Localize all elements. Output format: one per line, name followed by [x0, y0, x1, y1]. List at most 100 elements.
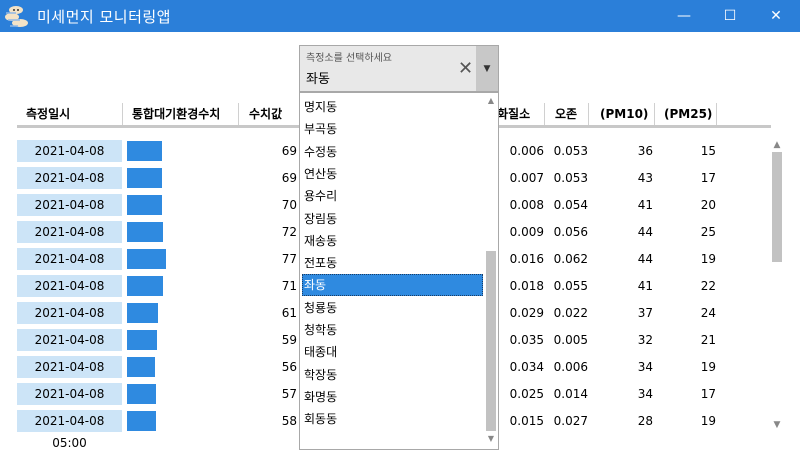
date-cell[interactable]: 2021-04-08 05:00 — [17, 410, 122, 450]
date-cell[interactable]: 2021-04-08 12:00 — [17, 221, 122, 261]
pm25-cell: 25 — [700, 225, 716, 239]
column-divider[interactable] — [122, 103, 123, 125]
pm25-cell: 24 — [700, 306, 716, 320]
column-header-value[interactable]: 수치값 — [249, 103, 282, 125]
dropdown-option[interactable]: 장림동 — [302, 208, 483, 230]
o3-cell: 0.054 — [553, 198, 588, 212]
khai-bar — [127, 384, 156, 404]
khai-value-cell: 59 — [281, 333, 297, 347]
date-cell[interactable]: 2021-04-08 14:00 — [17, 167, 122, 207]
khai-value-cell: 70 — [281, 198, 297, 212]
dropdown-option[interactable]: 청룡동 — [302, 297, 483, 319]
o3-cell: 0.006 — [553, 360, 588, 374]
column-header-date[interactable]: 측정일시 — [26, 103, 70, 125]
o3-cell: 0.053 — [553, 171, 588, 185]
pm10-cell: 43 — [637, 171, 653, 185]
no2-cell: 0.029 — [509, 306, 544, 320]
dropdown-option[interactable]: 청학동 — [302, 319, 483, 341]
khai-bar — [127, 168, 162, 188]
pm25-cell: 19 — [700, 360, 716, 374]
column-divider[interactable] — [588, 103, 589, 125]
dropdown-option[interactable]: 좌동 — [302, 274, 483, 296]
clear-icon[interactable]: ✕ — [458, 58, 473, 79]
khai-bar — [127, 249, 166, 269]
column-header-khai[interactable]: 통합대기환경수치 — [132, 103, 220, 125]
column-divider[interactable] — [716, 103, 717, 125]
column-header-pm25[interactable]: (PM25) — [664, 103, 712, 125]
maximize-button[interactable]: ☐ — [707, 0, 753, 32]
no2-cell: 0.034 — [509, 360, 544, 374]
o3-cell: 0.055 — [553, 279, 588, 293]
app-cloud-icon — [5, 6, 28, 27]
column-header-pm10[interactable]: (PM10) — [600, 103, 648, 125]
khai-value-cell: 56 — [281, 360, 297, 374]
pm25-cell: 19 — [700, 252, 716, 266]
column-header-o3[interactable]: 오존 — [555, 103, 577, 125]
pm10-cell: 37 — [637, 306, 653, 320]
khai-value-cell: 69 — [281, 144, 297, 158]
column-header-no2[interactable]: 화질소 — [497, 103, 530, 125]
dropdown-option[interactable]: 재송동 — [302, 230, 483, 252]
no2-cell: 0.035 — [509, 333, 544, 347]
khai-value-cell: 69 — [281, 171, 297, 185]
column-divider[interactable] — [238, 103, 239, 125]
khai-value-cell: 72 — [281, 225, 297, 239]
dropdown-option[interactable]: 전포동 — [302, 252, 483, 274]
combobox-value[interactable]: 좌동 — [306, 68, 330, 87]
minimize-button[interactable]: — — [661, 0, 707, 32]
pm10-cell: 32 — [637, 333, 653, 347]
dropdown-option[interactable]: 화명동 — [302, 386, 483, 408]
o3-cell: 0.053 — [553, 144, 588, 158]
o3-cell: 0.014 — [553, 387, 588, 401]
pm25-cell: 17 — [700, 171, 716, 185]
date-cell[interactable]: 2021-04-08 09:00 — [17, 302, 122, 342]
dropdown-arrow-icon[interactable]: ▼ — [476, 46, 498, 91]
dropdown-scrollbar[interactable]: ▲ ▼ — [485, 96, 497, 446]
dropdown-option[interactable]: 명지동 — [302, 96, 483, 118]
khai-value-cell: 58 — [281, 414, 297, 428]
scroll-down-arrow-icon[interactable]: ▼ — [485, 434, 497, 443]
date-cell[interactable]: 2021-04-08 11:00 — [17, 248, 122, 288]
dropdown-scroll-thumb[interactable] — [486, 251, 496, 431]
scroll-up-arrow-icon[interactable]: ▲ — [771, 140, 783, 150]
o3-cell: 0.022 — [553, 306, 588, 320]
dropdown-option[interactable]: 연산동 — [302, 163, 483, 185]
khai-bar — [127, 303, 158, 323]
pm10-cell: 28 — [637, 414, 653, 428]
dropdown-option[interactable]: 수정동 — [302, 141, 483, 163]
date-cell[interactable]: 2021-04-08 07:00 — [17, 356, 122, 396]
date-cell[interactable]: 2021-04-08 13:00 — [17, 194, 122, 234]
dropdown-option[interactable]: 부곡동 — [302, 118, 483, 140]
close-button[interactable]: ✕ — [753, 0, 799, 32]
scroll-up-arrow-icon[interactable]: ▲ — [485, 96, 497, 105]
khai-bar — [127, 195, 162, 215]
pm10-cell: 41 — [637, 198, 653, 212]
khai-bar — [127, 141, 162, 161]
station-dropdown-list: 명지동 부곡동 수정동 연산동 용수리 장림동 재송동 전포동 좌동 청룡동 청학동 태종대 학장동 화명… — [299, 92, 499, 450]
dropdown-option[interactable]: 회동동 — [302, 408, 483, 430]
column-divider[interactable] — [654, 103, 655, 125]
dropdown-option[interactable]: 태종대 — [302, 341, 483, 363]
title-bar: 미세먼지 모니터링앱 — ☐ ✕ — [0, 0, 800, 32]
pm10-cell: 34 — [637, 387, 653, 401]
khai-value-cell: 61 — [281, 306, 297, 320]
date-cell[interactable]: 2021-04-08 10:00 — [17, 275, 122, 315]
scroll-thumb[interactable] — [772, 152, 782, 262]
khai-bar — [127, 222, 163, 242]
station-combobox[interactable]: 측정소를 선택하세요 좌동 ✕ ▼ — [299, 45, 499, 92]
combobox-hint: 측정소를 선택하세요 — [306, 53, 392, 64]
scroll-down-arrow-icon[interactable]: ▼ — [771, 420, 783, 430]
dropdown-option[interactable]: 용수리 — [302, 185, 483, 207]
o3-cell: 0.027 — [553, 414, 588, 428]
date-cell[interactable]: 2021-04-08 15:00 — [17, 140, 122, 180]
date-cell[interactable]: 2021-04-08 06:00 — [17, 383, 122, 423]
dropdown-option[interactable]: 학장동 — [302, 364, 483, 386]
pm10-cell: 44 — [637, 225, 653, 239]
date-cell[interactable]: 2021-04-08 08:00 — [17, 329, 122, 369]
pm10-cell: 34 — [637, 360, 653, 374]
khai-bar — [127, 276, 163, 296]
khai-bar — [127, 411, 156, 431]
column-divider[interactable] — [544, 103, 545, 125]
no2-cell: 0.009 — [509, 225, 544, 239]
table-scrollbar[interactable]: ▲ ▼ — [771, 140, 783, 432]
